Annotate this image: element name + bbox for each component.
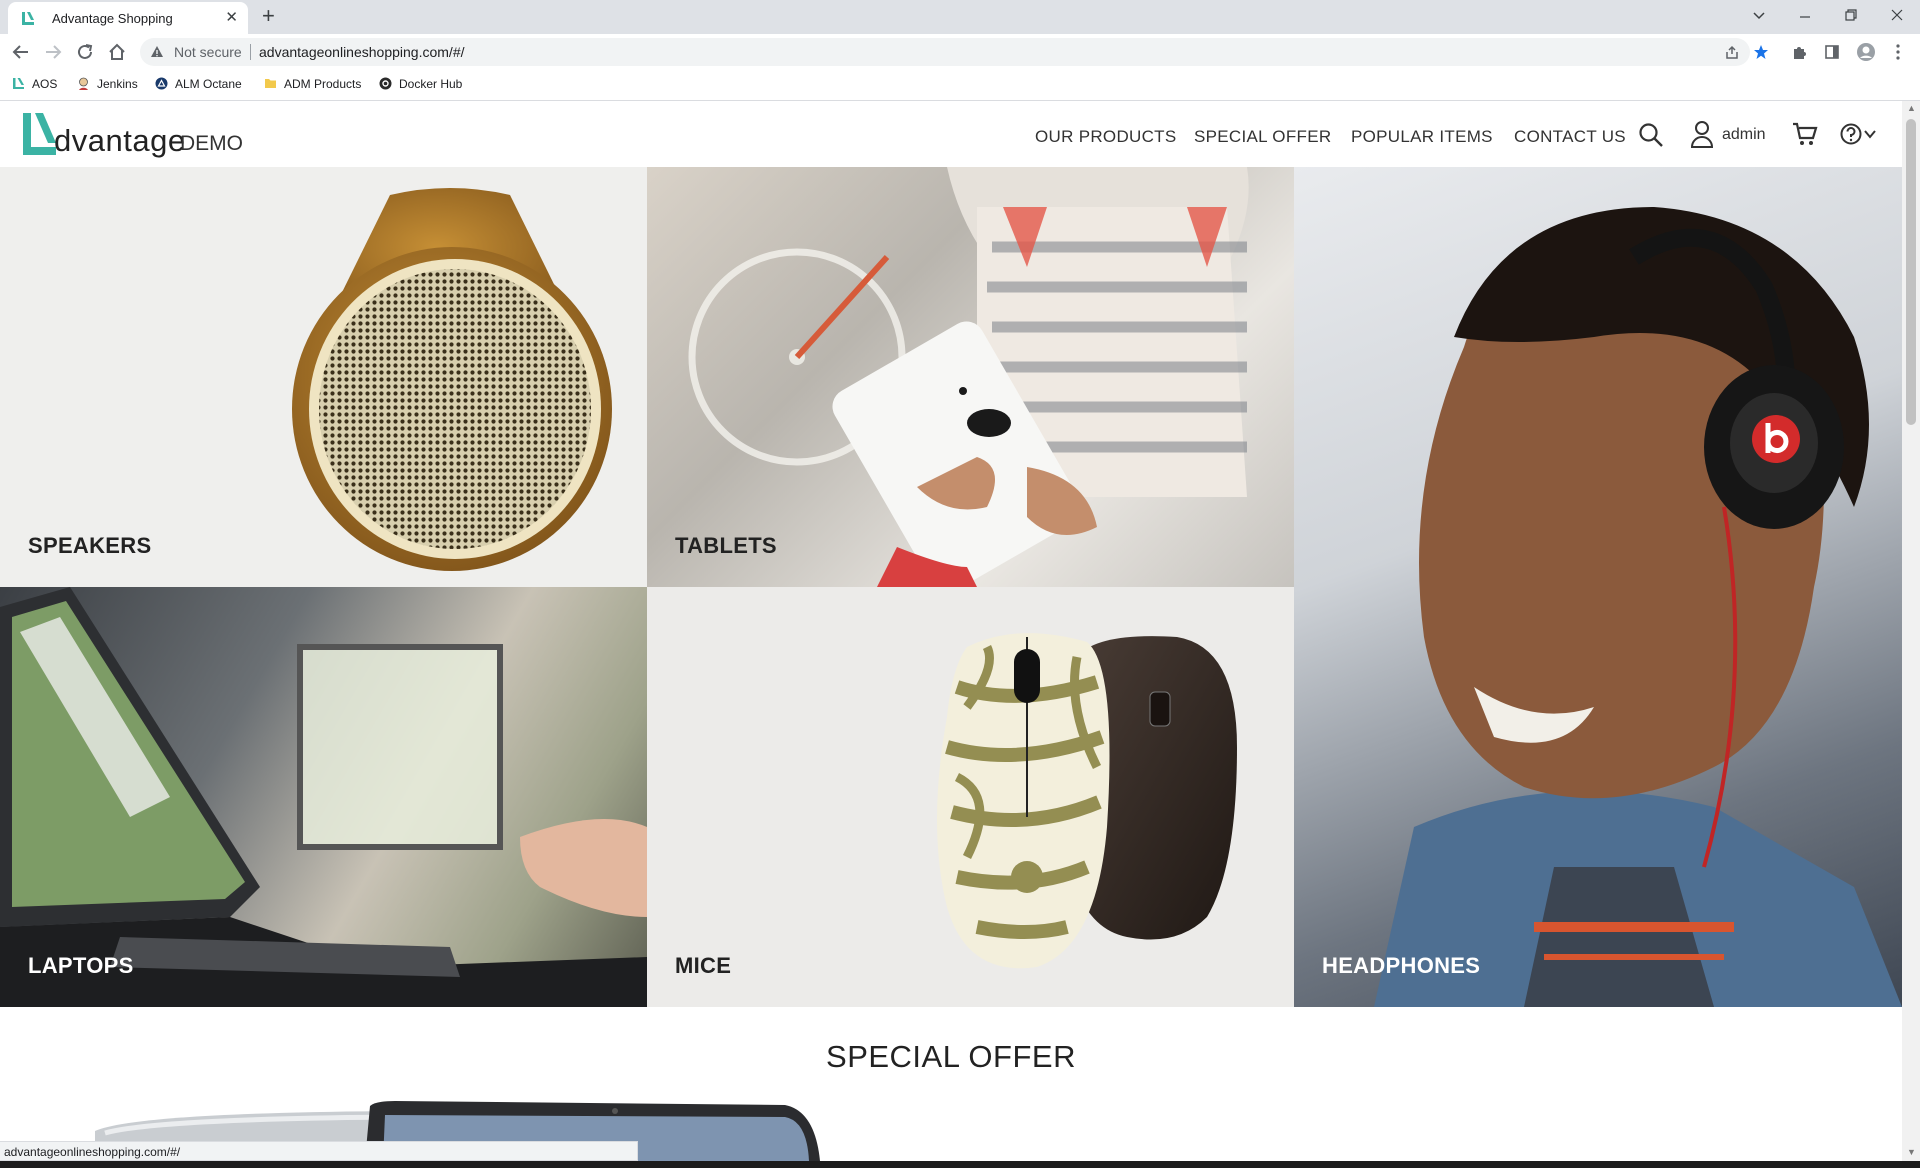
scrollbar-thumb[interactable]	[1906, 119, 1916, 425]
aos-logo-icon	[13, 78, 24, 89]
shopping-cart-icon[interactable]	[1792, 122, 1818, 146]
bookmark-alm-octane[interactable]: ALM Octane	[155, 77, 242, 91]
nav-our-products[interactable]: OUR PRODUCTS	[1035, 127, 1177, 147]
category-label: TABLETS	[675, 533, 777, 558]
aos-favicon-icon	[22, 12, 34, 25]
user-icon	[1690, 121, 1714, 148]
category-label: MICE	[675, 953, 732, 978]
tablet-image	[688, 167, 1249, 587]
username-label: admin	[1722, 126, 1766, 143]
category-label: HEADPHONES	[1322, 953, 1481, 978]
chevron-down-icon	[1864, 130, 1876, 139]
side-panel-icon[interactable]	[1824, 44, 1840, 60]
os-taskbar	[0, 1161, 1920, 1168]
speaker-image	[292, 188, 612, 571]
octane-icon	[155, 77, 168, 90]
tab-title: Advantage Shopping	[52, 11, 173, 26]
close-window-icon[interactable]	[1890, 8, 1904, 22]
category-mice[interactable]: MICE	[647, 587, 1294, 1007]
bookmark-label: Jenkins	[97, 77, 138, 91]
bookmark-label: AOS	[32, 77, 58, 91]
bookmark-docker-hub[interactable]: Docker Hub	[379, 77, 462, 91]
address-bar[interactable]: Not secure advantageonlineshopping.com/#…	[140, 38, 1768, 66]
scroll-down-icon[interactable]: ▼	[1907, 1147, 1916, 1157]
category-laptops[interactable]: LAPTOPS	[0, 587, 647, 1007]
mouse-image	[937, 633, 1237, 969]
reload-icon[interactable]	[76, 43, 94, 61]
bookmark-label: ALM Octane	[175, 77, 242, 91]
status-bar-url: advantageonlineshopping.com/#/	[0, 1141, 638, 1161]
search-icon[interactable]	[1638, 122, 1664, 148]
folder-icon	[265, 79, 276, 88]
share-icon[interactable]	[1724, 45, 1740, 60]
help-icon	[1840, 123, 1862, 145]
url-text[interactable]: advantageonlineshopping.com/#/	[259, 44, 465, 60]
docker-icon	[379, 77, 392, 90]
browser-tab[interactable]: Advantage Shopping ✕	[8, 2, 248, 34]
nav-contact-us[interactable]: CONTACT US	[1514, 127, 1626, 147]
bookmarks-bar: AOS Jenkins ALM Octane ADM Products Dock…	[0, 70, 1920, 101]
page-scrollbar[interactable]: ▲ ▼	[1902, 101, 1920, 1161]
tab-close-icon[interactable]: ✕	[225, 8, 238, 26]
forward-icon[interactable]	[44, 44, 62, 60]
bookmark-star-icon[interactable]	[1753, 44, 1769, 60]
headphones-image	[1374, 207, 1902, 1007]
browser-tab-strip: Advantage Shopping ✕ +	[0, 0, 1920, 34]
bookmark-jenkins[interactable]: Jenkins	[77, 77, 138, 91]
profile-avatar-icon[interactable]	[1856, 42, 1876, 62]
nav-special-offer[interactable]: SPECIAL OFFER	[1194, 127, 1331, 147]
home-icon[interactable]	[108, 43, 126, 61]
laptop-image	[0, 587, 647, 1007]
logo-demo-label: DEMO	[180, 132, 243, 155]
browser-menu-icon[interactable]	[1895, 44, 1901, 60]
minimize-icon[interactable]	[1798, 10, 1812, 24]
jenkins-icon	[79, 77, 88, 90]
advantage-logo-icon	[23, 113, 56, 155]
bookmark-aos[interactable]: AOS	[12, 77, 57, 91]
restore-icon[interactable]	[1844, 8, 1858, 22]
category-headphones[interactable]: HEADPHONES	[1294, 167, 1902, 1007]
bookmark-label: ADM Products	[284, 77, 362, 91]
nav-popular-items[interactable]: POPULAR ITEMS	[1351, 127, 1493, 147]
bookmark-adm-products[interactable]: ADM Products	[264, 77, 361, 91]
special-offer-heading: SPECIAL OFFER	[826, 1039, 1076, 1074]
address-divider	[250, 44, 251, 60]
category-label: LAPTOPS	[28, 953, 134, 978]
browser-toolbar: Not secure advantageonlineshopping.com/#…	[0, 34, 1920, 70]
bookmark-label: Docker Hub	[399, 77, 463, 91]
back-icon[interactable]	[12, 44, 30, 60]
security-status[interactable]: Not secure	[174, 44, 242, 60]
logo-wordmark: dvantage	[54, 123, 186, 158]
tab-search-icon[interactable]	[1752, 8, 1766, 22]
site-header: dvantage DEMO OUR PRODUCTS SPECIAL OFFER…	[0, 101, 1902, 167]
new-tab-button[interactable]: +	[262, 3, 275, 29]
scroll-up-icon[interactable]: ▲	[1907, 103, 1916, 113]
category-tablets[interactable]: TABLETS	[647, 167, 1294, 587]
category-speakers[interactable]: SPEAKERS	[0, 167, 647, 587]
warning-icon[interactable]	[150, 45, 164, 58]
category-label: SPEAKERS	[28, 533, 152, 558]
extensions-icon[interactable]	[1791, 44, 1807, 60]
page-viewport: dvantage DEMO OUR PRODUCTS SPECIAL OFFER…	[0, 101, 1902, 1161]
